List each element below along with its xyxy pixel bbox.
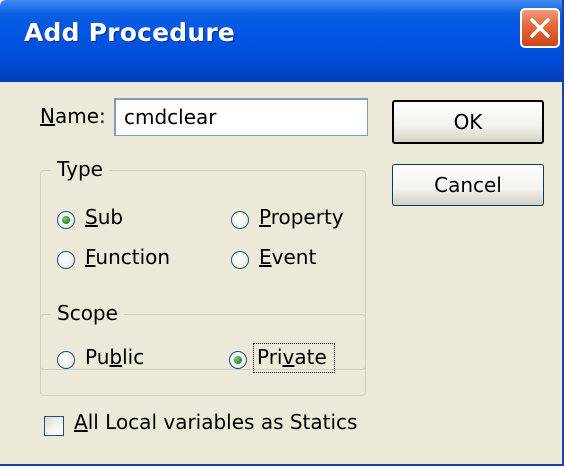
scope-legend: Scope: [51, 301, 124, 325]
radio-event[interactable]: [231, 251, 249, 269]
statics-checkbox[interactable]: [44, 416, 64, 436]
scope-groupbox: Scope Public Private: [40, 301, 366, 396]
radio-selected-dot: [62, 216, 70, 224]
radio-property-label[interactable]: Property: [259, 205, 344, 229]
dialog-title: Add Procedure: [24, 18, 236, 47]
radio-private-label[interactable]: Private: [257, 345, 327, 369]
name-label: Name:: [40, 104, 106, 128]
radio-selected-dot: [234, 356, 242, 364]
radio-sub[interactable]: [57, 211, 75, 229]
cancel-button[interactable]: Cancel: [392, 164, 544, 206]
radio-sub-label[interactable]: Sub: [85, 205, 123, 229]
dialog-body: Name: cmdclear OK Cancel Type Sub Proper…: [0, 82, 562, 464]
title-bar[interactable]: Add Procedure: [0, 0, 562, 82]
radio-function[interactable]: [57, 251, 75, 269]
radio-event-label[interactable]: Event: [259, 245, 316, 269]
add-procedure-dialog: Add Procedure Name: cmdclear OK Cancel T…: [0, 0, 564, 466]
ok-button[interactable]: OK: [392, 100, 544, 144]
type-legend: Type: [51, 157, 109, 181]
radio-public[interactable]: [57, 351, 75, 369]
radio-public-label[interactable]: Public: [85, 345, 144, 369]
close-x-icon: [530, 18, 550, 38]
statics-checkbox-label[interactable]: All Local variables as Statics: [74, 410, 357, 434]
radio-function-label[interactable]: Function: [85, 245, 170, 269]
close-button[interactable]: [520, 8, 560, 48]
name-input[interactable]: cmdclear: [114, 98, 368, 136]
radio-private[interactable]: [229, 351, 247, 369]
radio-property[interactable]: [231, 211, 249, 229]
